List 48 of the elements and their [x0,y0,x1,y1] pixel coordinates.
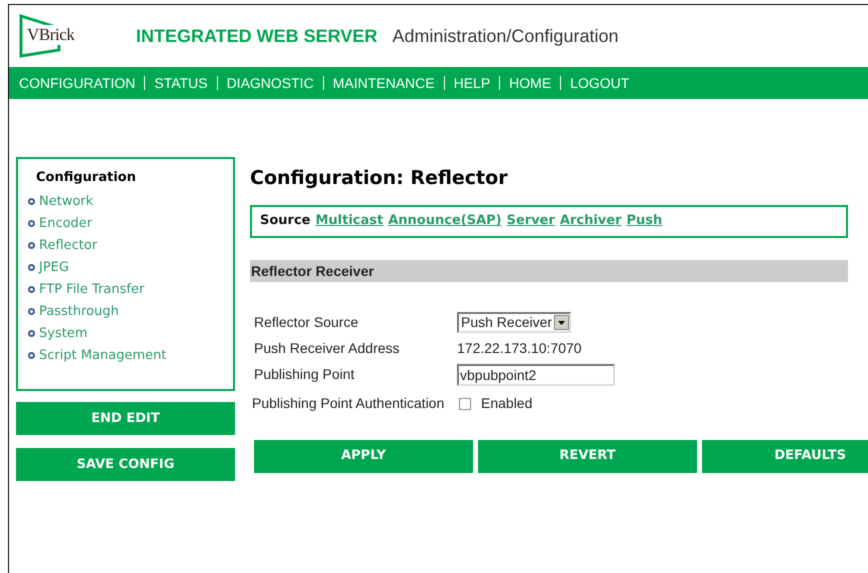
field-value: 172.22.173.10:7070 [457,339,582,358]
sidebar-link[interactable]: Script Management [39,346,166,366]
nav-link[interactable]: MAINTENANCE [332,72,435,94]
bullet-icon [28,308,35,315]
sidebar-link[interactable]: Passthrough [39,302,119,322]
source-link[interactable]: Push [626,211,662,231]
bullet-icon [28,352,35,359]
sidebar-button[interactable]: SAVE CONFIG [16,448,235,481]
bullet-icon [28,330,35,337]
bullet-icon [28,242,35,249]
page-subtitle: Administration/Configuration [392,24,618,48]
nav-link[interactable]: LOGOUT [570,72,630,94]
source-link[interactable]: Multicast [315,211,384,231]
nav-link[interactable]: HELP [454,72,490,94]
field-label: Push Receiver Address [254,339,401,358]
sidebar-link[interactable]: Reflector [39,236,98,256]
reflector-source-select[interactable]: Push Receiver [457,312,572,333]
sidebar-link[interactable]: Encoder [39,214,92,234]
nav-link[interactable]: DIAGNOSTIC [226,72,314,94]
sidebar-link[interactable]: System [39,324,88,344]
nav-link[interactable]: STATUS [154,72,208,94]
field-label: Publishing Point [254,365,356,384]
page-heading: Configuration: Reflector [250,166,509,191]
checkbox-label: Enabled [481,394,532,413]
app-title: INTEGRATED WEB SERVER [136,24,378,48]
text-input[interactable]: vbpubpoint2 [457,364,615,386]
bullet-icon [28,220,35,227]
sidebar-link[interactable]: Network [39,192,94,212]
bullet-icon [28,264,35,271]
action-button[interactable]: DEFAULTS [702,440,868,472]
field-label: Reflector Source [254,313,360,332]
nav-link[interactable]: HOME [509,72,552,94]
source-link[interactable]: Archiver [560,211,622,231]
nav-link[interactable]: CONFIGURATION [19,72,136,94]
source-link[interactable]: Announce(SAP) [388,211,502,231]
sidebar-button[interactable]: END EDIT [16,402,235,435]
section-header: Reflector Receiver [250,260,848,282]
source-label: Source [260,212,310,230]
source-link[interactable]: Server [506,211,555,231]
sidebar-link[interactable]: FTP File Transfer [39,280,144,300]
action-button[interactable]: APPLY [254,440,473,472]
sidebar-link[interactable]: JPEG [39,258,69,278]
sidebar-title: Configuration [36,169,137,187]
action-button[interactable]: REVERT [478,440,697,472]
field-label: Publishing Point Authentication [252,394,446,413]
checkbox[interactable] [459,398,471,410]
bullet-icon [28,286,35,293]
bullet-icon [28,198,35,205]
